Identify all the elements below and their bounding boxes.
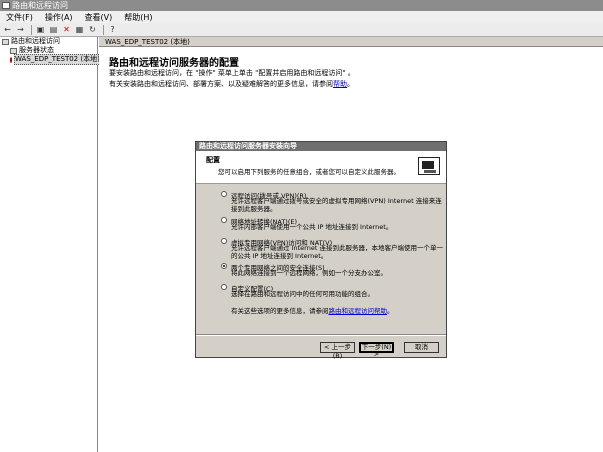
forward-icon[interactable]: → — [15, 24, 26, 35]
option-description: 允许远程客户端通过拨号或安全的虚拟专用网络(VPN) Internet 连接来连… — [231, 197, 442, 213]
instruction-text: 要安装路由和远程访问，在 "操作" 菜单上单击 "配置并启用路由和远程访问" 。 — [109, 69, 355, 77]
page-title: 路由和远程访问服务器的配置 — [109, 58, 239, 69]
help-icon[interactable]: ? — [107, 24, 118, 35]
menu-view[interactable]: 查看(V) — [79, 12, 119, 23]
server-icon — [10, 56, 12, 63]
dialog-header: 配置 您可以启用下列服务的任意组合，或者您可以自定义此服务器。 — [196, 151, 446, 184]
wizard-icon — [418, 157, 440, 175]
radio-secure-connection[interactable] — [221, 263, 227, 269]
tree-root[interactable]: 路由和远程访问 — [0, 37, 97, 46]
toolbar: ← → ▣ ▤ ✕ ▦ ↻ ? — [0, 23, 603, 37]
option-description: 允许内部客户端使用一个公共 IP 地址连接到 Internet。 — [231, 223, 393, 231]
menu-action[interactable]: 操作(A) — [39, 12, 79, 23]
tree-item-label: WAS_EDP_TEST02 (本地) — [14, 54, 101, 65]
up-icon[interactable]: ▣ — [35, 24, 46, 35]
dialog-title: 路由和远程访问服务器安装向导 — [196, 142, 446, 151]
radio-remote-access[interactable] — [221, 191, 227, 197]
back-icon[interactable]: ← — [2, 24, 13, 35]
window-title: 路由和远程访问 — [12, 1, 68, 10]
option-description: 允许远程客户端通过 Internet 连接到此服务器，本地客户端使用一个单一的公… — [231, 244, 443, 260]
more-info-suffix: 。 — [387, 307, 394, 315]
app-icon — [2, 2, 10, 9]
help-link[interactable]: 路由和远程访问帮助 — [329, 307, 388, 315]
properties-icon[interactable]: ▦ — [74, 24, 85, 35]
show-hide-tree-icon[interactable]: ▤ — [48, 24, 59, 35]
radio-nat[interactable] — [221, 217, 227, 223]
tree-item-local-server[interactable]: WAS_EDP_TEST02 (本地) — [0, 54, 101, 65]
tree-root-label: 路由和远程访问 — [11, 37, 60, 45]
more-info-prefix: 有关这些选项的更多信息，请参阅 — [231, 307, 329, 315]
dialog-subheading: 您可以启用下列服务的任意组合，或者您可以自定义此服务器。 — [218, 168, 400, 176]
option-description: 选择在路由和远程访问中的任何可用功能的组合。 — [231, 290, 374, 298]
dialog-heading: 配置 — [206, 156, 220, 164]
help-text-prefix: 有关安装路由和远程访问、部署方案、以及疑难解答的更多信息，请参阅 — [109, 80, 333, 88]
pane-header: WAS_EDP_TEST02 (本地) — [99, 37, 603, 47]
next-button[interactable]: 下一步(N) > — [359, 342, 394, 358]
option-description: 将此网络连接到一个远程网络，例如一个分支办公室。 — [231, 269, 387, 277]
server-status-icon — [10, 47, 17, 54]
toolbar-separator — [31, 24, 32, 35]
radio-custom[interactable] — [221, 284, 227, 290]
refresh-icon[interactable]: ↻ — [87, 24, 98, 35]
dialog-divider — [196, 334, 446, 336]
delete-icon[interactable]: ✕ — [61, 24, 72, 35]
menu-help[interactable]: 帮助(H) — [118, 12, 158, 23]
help-text: 有关安装路由和远程访问、部署方案、以及疑难解答的更多信息，请参阅帮助。 — [109, 79, 354, 89]
window-titlebar: 路由和远程访问 — [0, 0, 603, 11]
console-tree: 路由和远程访问 服务器状态 WAS_EDP_TEST02 (本地) — [0, 37, 101, 452]
toolbar-separator — [103, 24, 104, 35]
setup-wizard-dialog: 路由和远程访问服务器安装向导 配置 您可以启用下列服务的任意组合，或者您可以自定… — [195, 141, 447, 360]
more-info-text: 有关这些选项的更多信息，请参阅路由和远程访问帮助。 — [231, 305, 394, 315]
help-text-suffix: 。 — [347, 80, 354, 88]
back-button[interactable]: < 上一步(B) — [320, 342, 355, 360]
menu-file[interactable]: 文件(F) — [0, 12, 39, 23]
computer-icon — [2, 38, 9, 45]
help-link[interactable]: 帮助 — [333, 80, 347, 88]
radio-vpn-and-nat[interactable] — [221, 238, 227, 244]
cancel-button[interactable]: 取消 — [404, 342, 439, 353]
